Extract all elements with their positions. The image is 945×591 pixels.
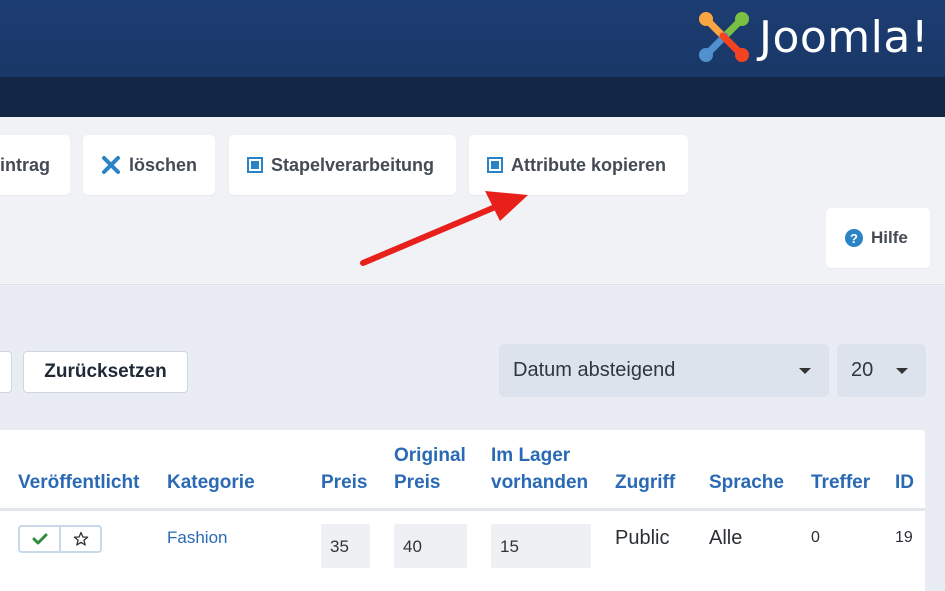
batch-button[interactable]: Stapelverarbeitung <box>229 135 456 195</box>
th-published[interactable]: Veröffentlicht <box>18 469 139 496</box>
copy-attributes-button[interactable]: Attribute kopieren <box>469 135 688 195</box>
th-price[interactable]: Preis <box>321 469 367 496</box>
check-icon <box>32 533 47 545</box>
th-stock-line2: vorhanden <box>491 472 589 493</box>
copy-attributes-label: Attribute kopieren <box>511 154 667 175</box>
logo-text: Joomla! <box>758 11 929 63</box>
stock-input[interactable]: 15 <box>491 524 591 568</box>
access-value: Public <box>615 527 670 549</box>
limit-select[interactable]: 20 <box>837 344 926 397</box>
original-price-input[interactable]: 40 <box>394 524 467 568</box>
help-icon: ? <box>845 229 863 247</box>
th-original-price-line2: Preis <box>394 472 441 493</box>
th-stock[interactable]: Im Lager vorhanden <box>491 442 588 496</box>
svg-text:?: ? <box>850 231 858 246</box>
reset-button[interactable]: Zurücksetzen <box>23 351 188 393</box>
batch-label: Stapelverarbeitung <box>271 154 435 175</box>
th-id[interactable]: ID <box>895 469 914 496</box>
th-stock-line1: Im Lager <box>491 445 571 466</box>
caret-down-icon <box>799 368 811 374</box>
hits-value: 0 <box>811 529 820 546</box>
th-original-price[interactable]: Original Preis <box>394 442 466 496</box>
language-value: Alle <box>709 527 743 549</box>
table-header-divider <box>0 508 925 511</box>
th-access[interactable]: Zugriff <box>615 469 675 496</box>
price-input[interactable]: 35 <box>321 524 370 568</box>
published-toggle-group <box>18 525 102 553</box>
batch-square-icon <box>247 157 263 173</box>
delete-label: löschen <box>129 154 198 175</box>
sort-select[interactable]: Datum absteigend <box>499 344 829 397</box>
help-button[interactable]: ? Hilfe <box>826 208 930 268</box>
sort-select-value: Datum absteigend <box>513 359 676 381</box>
published-check-button[interactable] <box>20 527 59 551</box>
app-header: Joomla! <box>0 0 945 77</box>
th-language[interactable]: Sprache <box>709 469 784 496</box>
th-category[interactable]: Kategorie <box>167 469 255 496</box>
star-icon <box>73 531 88 546</box>
new-entry-label: intrag <box>0 154 51 175</box>
help-label: Hilfe <box>871 228 908 247</box>
id-value: 19 <box>895 529 913 546</box>
delete-x-icon <box>101 155 121 175</box>
caret-down-icon <box>896 368 908 374</box>
limit-select-value: 20 <box>851 359 874 381</box>
search-button-partial[interactable] <box>0 351 12 393</box>
th-hits[interactable]: Treffer <box>811 469 870 496</box>
joomla-mark-icon <box>698 12 749 62</box>
th-original-price-line1: Original <box>394 445 466 466</box>
featured-star-button[interactable] <box>61 527 100 551</box>
subheader-bar <box>0 77 945 117</box>
copy-square-icon <box>487 157 503 173</box>
new-entry-button[interactable]: intrag <box>0 135 70 195</box>
delete-button[interactable]: löschen <box>83 135 215 195</box>
joomla-logo[interactable]: Joomla! <box>695 8 929 66</box>
category-link[interactable]: Fashion <box>167 528 227 548</box>
